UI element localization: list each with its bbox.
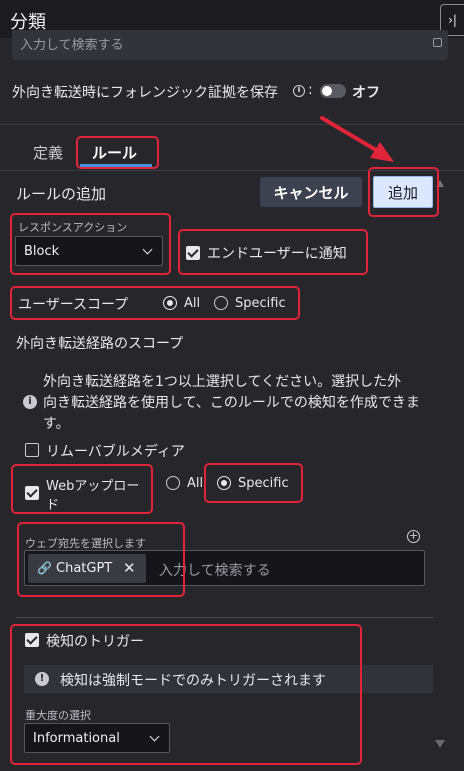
severity-select[interactable]: Informational bbox=[24, 723, 170, 753]
annotation-arrow bbox=[320, 116, 394, 162]
clear-icon[interactable] bbox=[433, 38, 442, 47]
tab-rule[interactable]: ルール bbox=[92, 142, 137, 163]
user-scope-specific-label: Specific bbox=[235, 296, 286, 311]
web-upload-checkbox[interactable] bbox=[25, 486, 39, 500]
egress-info-line2: 向き転送経路を使用して、このルールでの検知を作成できま bbox=[43, 395, 420, 411]
active-tab-indicator bbox=[80, 164, 152, 167]
destination-chip: 🔗 ChatGPT ✕ bbox=[28, 554, 146, 583]
info-icon[interactable]: i bbox=[293, 85, 305, 97]
forensic-toggle[interactable] bbox=[320, 84, 346, 98]
scroll-down-icon[interactable] bbox=[435, 740, 445, 748]
add-button[interactable]: 追加 bbox=[373, 176, 433, 208]
user-scope-label: ユーザースコープ bbox=[18, 297, 129, 313]
user-scope-specific-radio[interactable] bbox=[214, 296, 228, 310]
forensic-colon: : bbox=[308, 82, 313, 98]
scrollbar[interactable] bbox=[433, 178, 447, 754]
removable-media-label: リムーバブルメディア bbox=[46, 444, 185, 460]
user-scope-all-label: All bbox=[184, 296, 201, 311]
scroll-up-icon[interactable] bbox=[436, 180, 444, 187]
web-upload-label-line2: ド bbox=[46, 498, 60, 513]
response-action-label: レスポンスアクション bbox=[18, 221, 128, 234]
tab-definition[interactable]: 定義 bbox=[33, 142, 63, 163]
egress-info-line3: す。 bbox=[43, 416, 70, 432]
chevron-down-icon bbox=[149, 731, 160, 742]
web-destination-input[interactable]: 🔗 ChatGPT ✕ 入力して検索する bbox=[24, 550, 425, 586]
forensic-toggle-state: オフ bbox=[352, 85, 380, 101]
chip-label: ChatGPT bbox=[56, 561, 113, 576]
detection-trigger-label: 検知のトリガー bbox=[46, 634, 144, 650]
egress-info-line1: 外向き転送経路を1つ以上選択してください。選択した外 bbox=[43, 374, 402, 390]
user-scope-all-radio[interactable] bbox=[163, 296, 177, 310]
severity-value: Informational bbox=[33, 731, 120, 746]
web-upload-specific-label: Specific bbox=[238, 476, 289, 491]
severity-label: 重大度の選択 bbox=[25, 709, 91, 722]
removable-media-checkbox[interactable] bbox=[25, 443, 39, 457]
web-upload-all-radio[interactable] bbox=[166, 476, 180, 490]
cancel-button[interactable]: キャンセル bbox=[260, 177, 362, 207]
web-destination-label: ウェブ宛先を選択します bbox=[25, 537, 146, 550]
notify-end-user-checkbox[interactable] bbox=[186, 246, 200, 260]
toggle-knob bbox=[322, 86, 332, 96]
web-upload-label-line1: Webアップロー bbox=[46, 479, 140, 494]
enforcement-note-text: 検知は強制モードでのみトリガーされます bbox=[60, 673, 326, 689]
add-destination-icon[interactable]: + bbox=[407, 530, 420, 543]
detection-trigger-checkbox[interactable] bbox=[25, 633, 39, 647]
chevron-down-icon bbox=[142, 244, 153, 255]
search-placeholder: 入力して検索する bbox=[20, 38, 124, 53]
response-action-value: Block bbox=[24, 244, 60, 259]
trigger-divider bbox=[16, 617, 433, 618]
search-input[interactable]: 入力して検索する bbox=[12, 30, 448, 60]
web-upload-all-label: All bbox=[187, 476, 204, 491]
info-icon: ! bbox=[35, 672, 49, 686]
egress-scope-heading: 外向き転送経路のスコープ bbox=[16, 336, 184, 352]
web-upload-specific-radio[interactable] bbox=[217, 476, 231, 490]
destination-search-placeholder: 入力して検索する bbox=[159, 563, 271, 579]
notify-end-user-label: エンドユーザーに通知 bbox=[207, 246, 347, 262]
forensic-setting-label: 外向き転送時にフォレンジック証拠を保存 bbox=[12, 85, 278, 101]
add-rule-heading: ルールの追加 bbox=[16, 185, 107, 203]
chip-remove-icon[interactable]: ✕ bbox=[123, 559, 136, 577]
info-icon: i bbox=[23, 395, 37, 409]
response-action-select[interactable]: Block bbox=[15, 236, 163, 266]
link-icon: 🔗 bbox=[37, 561, 52, 575]
